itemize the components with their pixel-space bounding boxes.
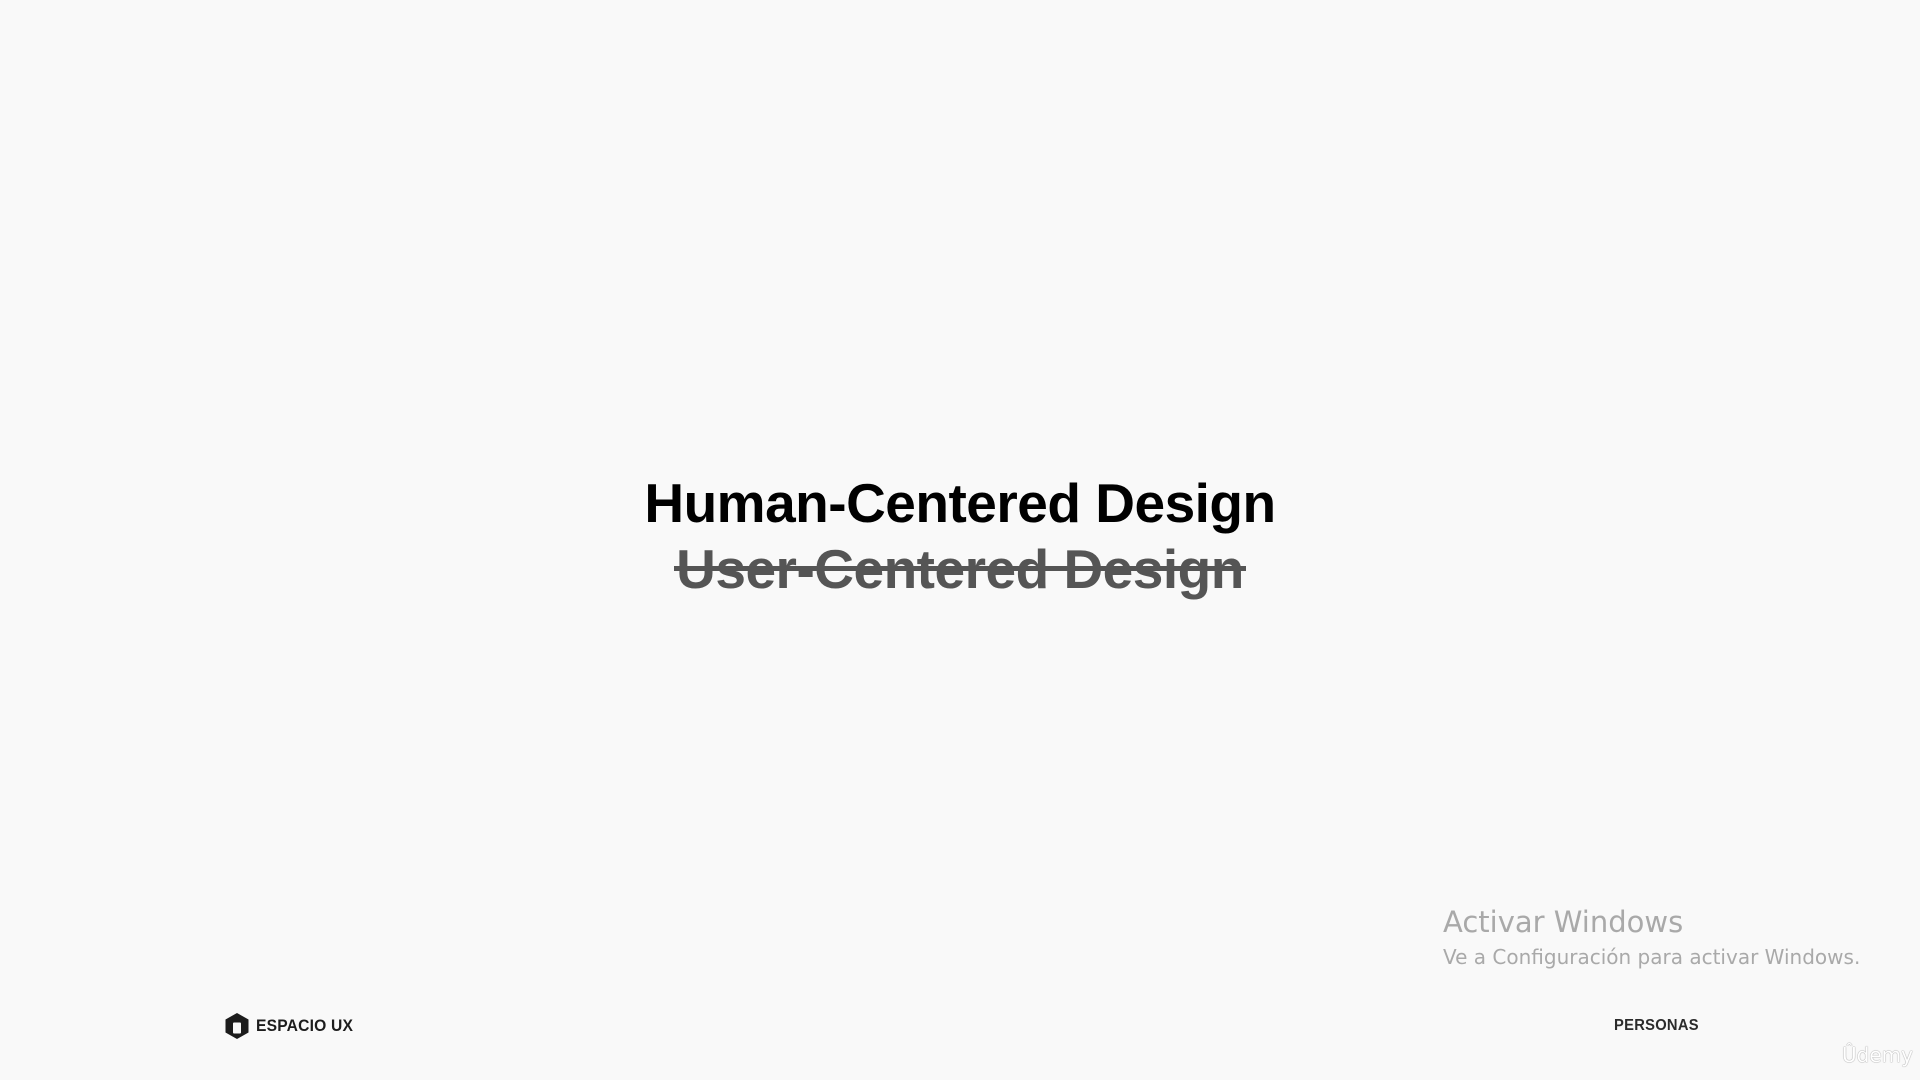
slide: Human-Centered Design User-Centered Desi… [0, 0, 1920, 1080]
brand-logo: ESPACIO UX [224, 1012, 362, 1040]
headline-user-centered-struck: User-Centered Design [674, 536, 1246, 602]
headline-block: Human-Centered Design User-Centered Desi… [0, 470, 1920, 602]
section-label: PERSONAS [1614, 1017, 1699, 1034]
hexagon-logo-icon [225, 1013, 249, 1039]
strikethrough-line [674, 566, 1246, 571]
windows-activation-watermark: Activar Windows Ve a Configuración para … [1443, 904, 1860, 972]
brand-name: ESPACIO UX [256, 1016, 354, 1035]
udemy-watermark: Ûdemy [1842, 1043, 1913, 1067]
activation-subtitle: Ve a Configuración para activar Windows. [1443, 945, 1861, 969]
activation-title: Activar Windows [1443, 905, 1684, 939]
headline-human-centered: Human-Centered Design [644, 472, 1276, 534]
